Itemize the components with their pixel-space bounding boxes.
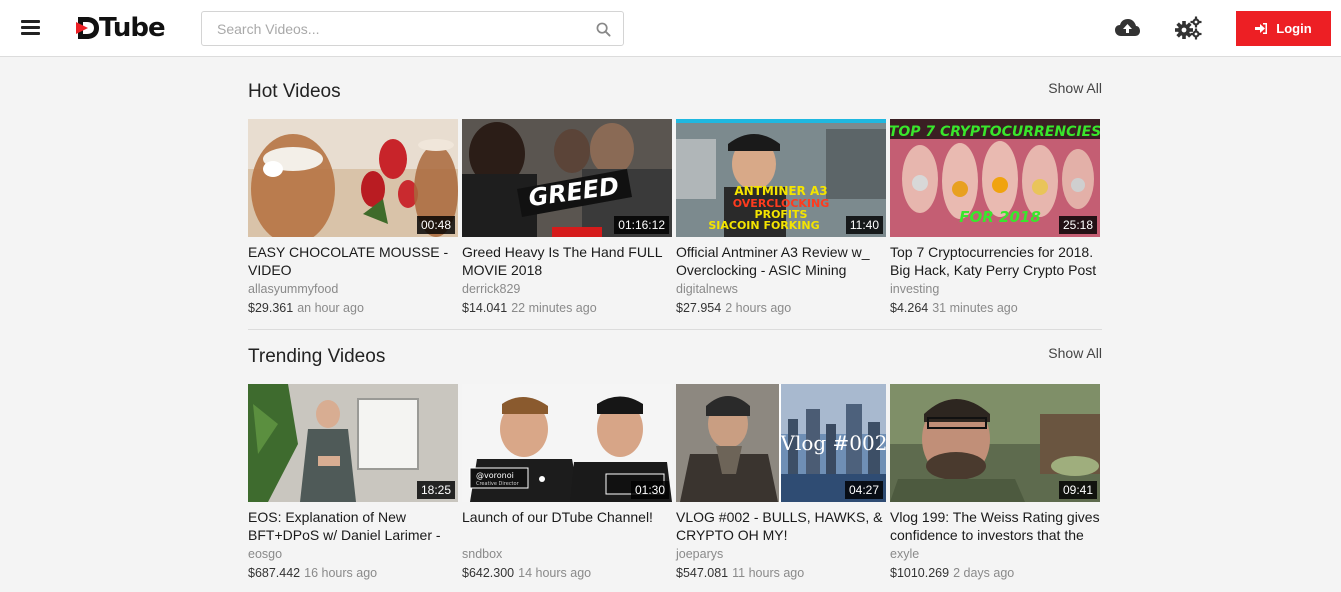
video-card[interactable]: Vlog #002 04:27 VLOG #002 - BULLS, HAWKS… bbox=[676, 384, 886, 582]
video-thumbnail[interactable]: @voronoi Creative Director 01:30 bbox=[462, 384, 672, 502]
video-card[interactable]: TOP 7 CRYPTOCURRENCIES FOR 2018 25:18 To… bbox=[890, 119, 1100, 317]
video-thumbnail[interactable]: 18:25 bbox=[248, 384, 458, 502]
search-box bbox=[201, 11, 624, 46]
video-payout: $14.041 bbox=[462, 301, 508, 315]
video-duration: 04:27 bbox=[844, 481, 883, 499]
video-thumbnail[interactable]: ANTMINER A3 OVERCLOCKING PROFITS SIACOIN… bbox=[676, 119, 886, 237]
video-thumbnail[interactable]: TOP 7 CRYPTOCURRENCIES FOR 2018 25:18 bbox=[890, 119, 1100, 237]
video-payout: $4.264 bbox=[890, 301, 929, 315]
video-author[interactable]: investing bbox=[890, 280, 1100, 298]
video-time-ago: 16 hours ago bbox=[304, 566, 378, 580]
thumbnail-overlay-text: TOP 7 CRYPTOCURRENCIES bbox=[890, 124, 1100, 140]
video-payout: $547.081 bbox=[676, 566, 729, 580]
settings-cogs-icon[interactable] bbox=[1175, 16, 1202, 40]
logo-text: Tube bbox=[99, 13, 166, 43]
top-navbar: Tube Search Videos... Login bbox=[0, 0, 1341, 57]
video-duration: 00:48 bbox=[416, 216, 455, 234]
hot-videos-section: Hot Videos Show All 00:48 EASY CHOCOLATE… bbox=[248, 80, 1102, 320]
video-duration: 09:41 bbox=[1058, 481, 1097, 499]
thumbnail-overlay-text: @voronoi bbox=[476, 471, 514, 480]
video-author[interactable]: joeparys bbox=[676, 545, 886, 563]
video-author[interactable]: derrick829 bbox=[462, 280, 672, 298]
video-duration: 25:18 bbox=[1058, 216, 1097, 234]
video-author[interactable]: sndbox bbox=[462, 545, 672, 563]
section-title-trending: Trending Videos bbox=[248, 346, 386, 367]
video-author[interactable]: allasyummyfood bbox=[248, 280, 458, 298]
video-thumbnail[interactable]: Vlog #002 04:27 bbox=[676, 384, 886, 502]
video-payout: $29.361 bbox=[248, 301, 294, 315]
video-thumbnail[interactable]: 09:41 bbox=[890, 384, 1100, 502]
video-title[interactable]: EOS: Explanation of New BFT+DPoS w/ Dani… bbox=[248, 508, 458, 544]
video-time-ago: 2 days ago bbox=[953, 566, 1015, 580]
video-title[interactable]: EASY CHOCOLATE MOUSSE - VIDEO bbox=[248, 243, 458, 279]
video-thumbnail[interactable]: GREED 01:16:12 bbox=[462, 119, 672, 237]
video-title[interactable]: Greed Heavy Is The Hand FULL MOVIE 2018 bbox=[462, 243, 672, 279]
video-time-ago: 14 hours ago bbox=[518, 566, 592, 580]
video-time-ago: 2 hours ago bbox=[725, 301, 792, 315]
thumbnail-overlay-text: SIACOIN FORKING bbox=[708, 219, 819, 232]
video-time-ago: an hour ago bbox=[297, 301, 364, 315]
thumbnail-overlay-text: ANTMINER A3 bbox=[734, 184, 827, 198]
video-time-ago: 11 hours ago bbox=[732, 566, 805, 580]
section-title-hot: Hot Videos bbox=[248, 81, 341, 102]
video-payout: $1010.269 bbox=[890, 566, 950, 580]
thumbnail-overlay-text: Vlog #002 bbox=[780, 431, 886, 455]
video-duration: 01:30 bbox=[630, 481, 669, 499]
thumbnail-overlay-text: FOR 2018 bbox=[959, 208, 1041, 226]
video-title[interactable]: Vlog 199: The Weiss Rating gives confide… bbox=[890, 508, 1100, 544]
show-all-trending-link[interactable]: Show All bbox=[1048, 345, 1102, 361]
video-duration: 18:25 bbox=[416, 481, 455, 499]
video-card[interactable]: ANTMINER A3 OVERCLOCKING PROFITS SIACOIN… bbox=[676, 119, 886, 317]
video-thumbnail[interactable]: 00:48 bbox=[248, 119, 458, 237]
video-title[interactable]: Launch of our DTube Channel! bbox=[462, 508, 672, 544]
thumbnail-overlay-text: Creative Director bbox=[476, 481, 520, 487]
dtube-logo-mark-icon bbox=[76, 17, 99, 39]
cloud-upload-icon[interactable] bbox=[1114, 16, 1141, 40]
video-title[interactable]: VLOG #002 - BULLS, HAWKS, & CRYPTO OH MY… bbox=[676, 508, 886, 544]
video-card[interactable]: 09:41 Vlog 199: The Weiss Rating gives c… bbox=[890, 384, 1100, 582]
search-input[interactable] bbox=[217, 19, 577, 39]
video-author[interactable]: eosgo bbox=[248, 545, 458, 563]
dtube-logo[interactable]: Tube bbox=[75, 13, 166, 43]
video-payout: $687.442 bbox=[248, 566, 301, 580]
menu-icon[interactable] bbox=[21, 20, 40, 36]
video-payout: $642.300 bbox=[462, 566, 515, 580]
video-duration: 11:40 bbox=[845, 216, 883, 234]
video-title[interactable]: Top 7 Cryptocurrencies for 2018. Big Hac… bbox=[890, 243, 1100, 279]
login-button[interactable]: Login bbox=[1236, 11, 1331, 46]
trending-videos-section: Trending Videos Show All 18:25 EOS: Expl… bbox=[248, 345, 1102, 585]
show-all-hot-link[interactable]: Show All bbox=[1048, 80, 1102, 96]
video-card[interactable]: 18:25 EOS: Explanation of New BFT+DPoS w… bbox=[248, 384, 458, 582]
video-card[interactable]: 00:48 EASY CHOCOLATE MOUSSE - VIDEO alla… bbox=[248, 119, 458, 317]
video-card[interactable]: GREED 01:16:12 Greed Heavy Is The Hand F… bbox=[462, 119, 672, 317]
section-divider bbox=[248, 329, 1102, 330]
search-icon[interactable] bbox=[596, 22, 611, 37]
video-card[interactable]: @voronoi Creative Director 01:30 Launch … bbox=[462, 384, 672, 582]
video-title[interactable]: Official Antminer A3 Review w_ Overclock… bbox=[676, 243, 886, 279]
video-duration: 01:16:12 bbox=[614, 216, 669, 234]
video-payout: $27.954 bbox=[676, 301, 722, 315]
video-author[interactable]: digitalnews bbox=[676, 280, 886, 298]
video-author[interactable]: exyle bbox=[890, 545, 1100, 563]
video-time-ago: 31 minutes ago bbox=[932, 301, 1018, 315]
video-time-ago: 22 minutes ago bbox=[511, 301, 597, 315]
sign-in-icon bbox=[1255, 23, 1268, 34]
login-label: Login bbox=[1276, 21, 1312, 36]
